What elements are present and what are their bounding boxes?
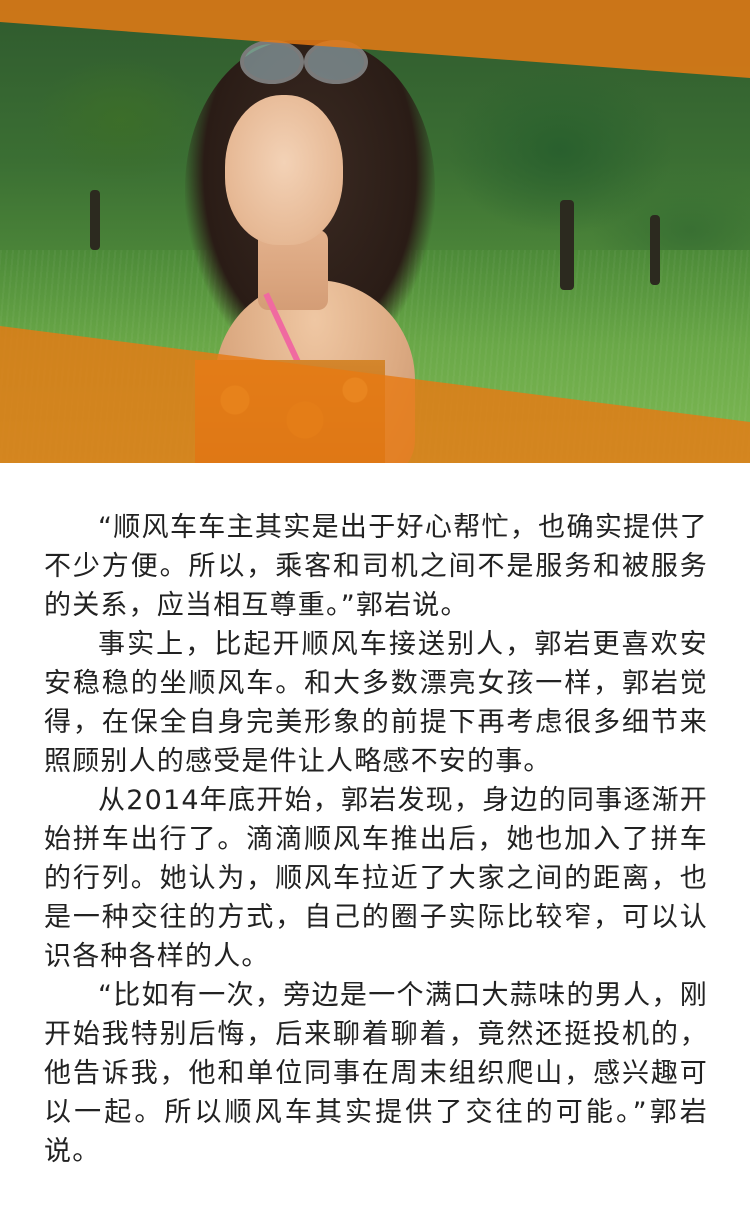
article-paragraph: “比如有一次，旁边是一个满口大蒜味的男人，刚开始我特别后悔，后来聊着聊着，竟然还… [44,980,708,1167]
sunglasses-lens [240,40,304,84]
page: “顺风车车主其实是出于好心帮忙，也确实提供了不少方便。所以，乘客和司机之间不是服… [0,0,750,1212]
article-paragraph: 从2014年底开始，郭岩发现，身边的同事逐渐开始拼车出行了。滴滴顺风车推出后，她… [44,785,708,972]
article-body: “顺风车车主其实是出于好心帮忙，也确实提供了不少方便。所以，乘客和司机之间不是服… [44,508,708,1171]
tree-trunk [650,215,660,285]
tree-trunk [560,200,574,290]
woman-face [225,95,343,245]
article-paragraph: 事实上，比起开顺风车接送别人，郭岩更喜欢安安稳稳的坐顺风车。和大多数漂亮女孩一样… [44,629,708,777]
hero-photo [0,0,750,463]
tree-trunk [90,190,100,250]
article-paragraph: “顺风车车主其实是出于好心帮忙，也确实提供了不少方便。所以，乘客和司机之间不是服… [44,512,708,621]
